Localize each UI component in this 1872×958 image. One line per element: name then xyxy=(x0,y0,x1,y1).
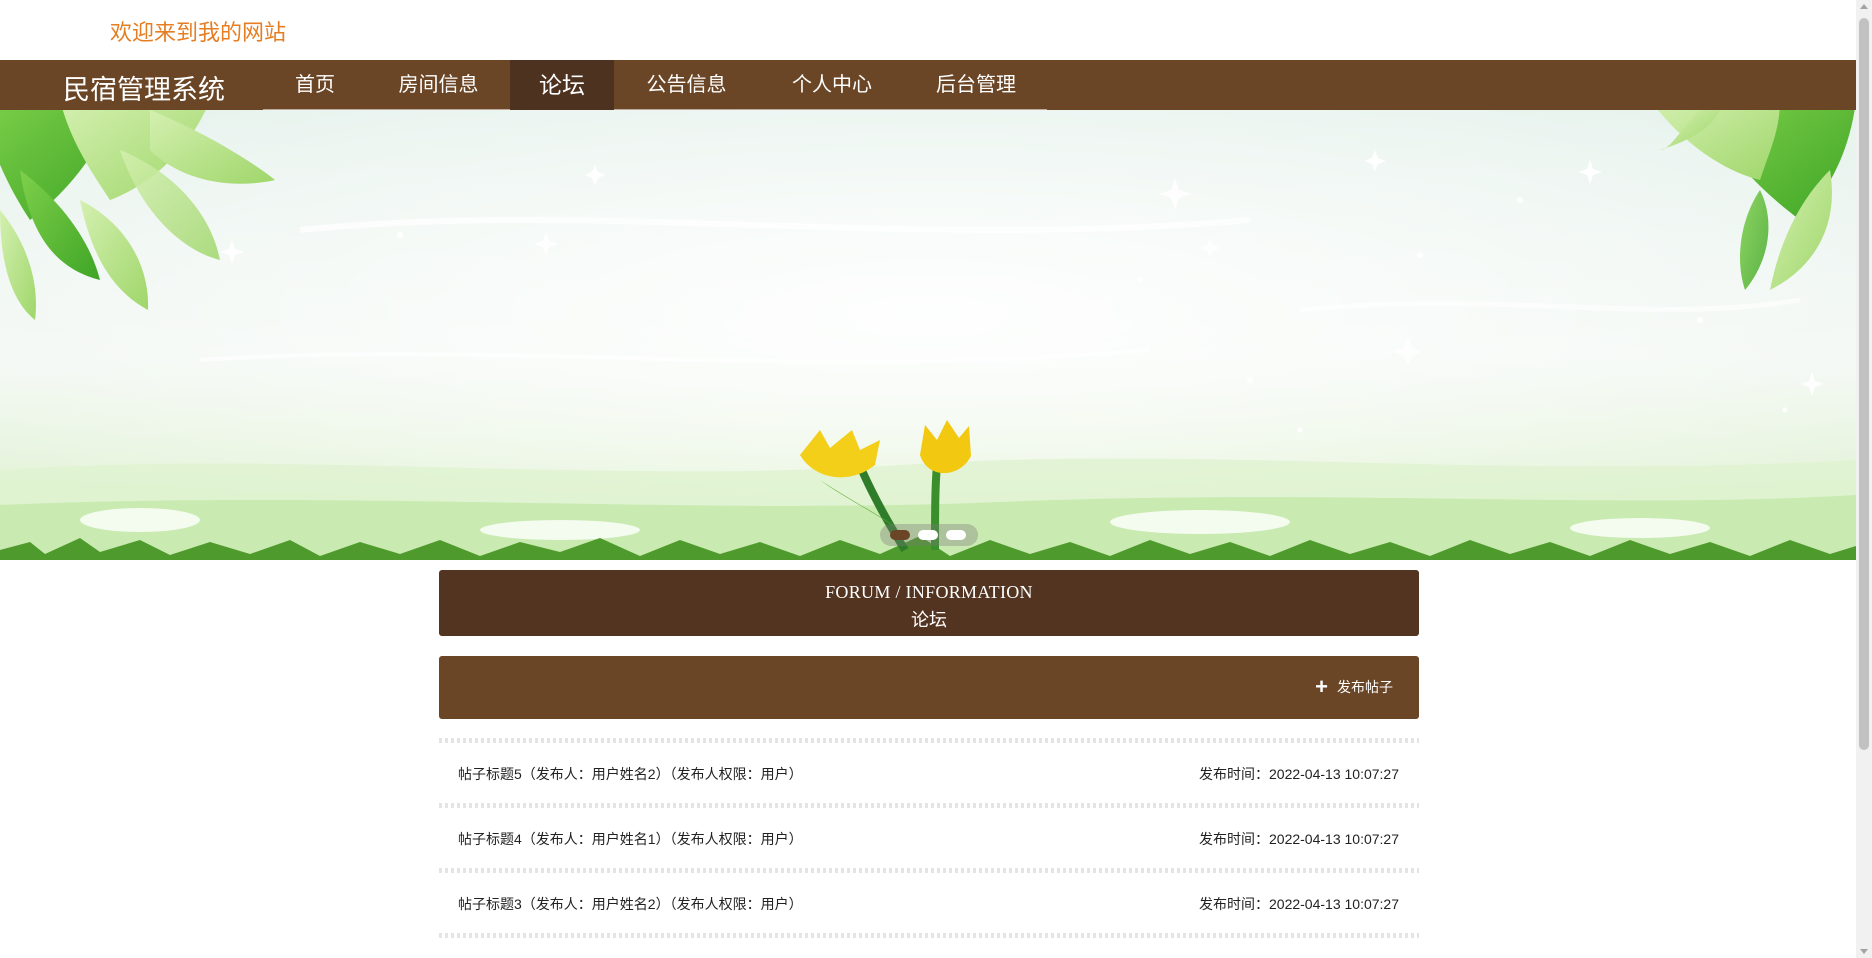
welcome-text: 欢迎来到我的网站 xyxy=(110,20,287,45)
section-header: FORUM / INFORMATION 论坛 xyxy=(439,570,1419,636)
banner-illustration xyxy=(0,110,1856,560)
carousel-dot-1[interactable] xyxy=(890,530,910,540)
page: 欢迎来到我的网站 民宿管理系统 首页 房间信息 论坛 公告信息 个人中心 后台管… xyxy=(0,0,1872,958)
carousel-dot-3[interactable] xyxy=(946,530,966,540)
new-post-label: 发布帖子 xyxy=(1337,679,1393,695)
scroll-thumb[interactable] xyxy=(1859,18,1869,750)
carousel-dot-2[interactable] xyxy=(918,530,938,540)
page-scrollbar[interactable] xyxy=(1856,0,1872,958)
nav-item-announcements[interactable]: 公告信息 xyxy=(614,60,759,110)
post-title[interactable]: 帖子标题3（发布人：用户姓名2）（发布人权限：用户） xyxy=(458,894,803,914)
nav-item-forum[interactable]: 论坛 xyxy=(510,60,614,110)
post-list: 帖子标题5（发布人：用户姓名2）（发布人权限：用户） 发布时间：2022-04-… xyxy=(439,738,1419,938)
nav-item-home[interactable]: 首页 xyxy=(263,60,367,110)
post-time: 发布时间：2022-04-13 10:07:27 xyxy=(1199,896,1399,912)
post-item[interactable]: 帖子标题4（发布人：用户姓名1）（发布人权限：用户） 发布时间：2022-04-… xyxy=(439,808,1419,868)
carousel-indicators xyxy=(880,524,978,546)
post-item[interactable]: 帖子标题5（发布人：用户姓名2）（发布人权限：用户） 发布时间：2022-04-… xyxy=(439,743,1419,803)
post-title[interactable]: 帖子标题5（发布人：用户姓名2）（发布人权限：用户） xyxy=(458,764,803,784)
top-bar: 欢迎来到我的网站 xyxy=(0,0,1856,60)
section-title-cn: 论坛 xyxy=(911,610,947,630)
nav-item-rooms[interactable]: 房间信息 xyxy=(367,60,510,110)
nav-item-profile[interactable]: 个人中心 xyxy=(759,60,905,110)
section-title-en: FORUM / INFORMATION xyxy=(825,582,1033,602)
plus-icon: + xyxy=(1315,674,1328,699)
site-brand[interactable]: 民宿管理系统 xyxy=(63,68,225,107)
main-navbar: 民宿管理系统 首页 房间信息 论坛 公告信息 个人中心 后台管理 xyxy=(0,60,1856,110)
new-post-button[interactable]: + 发布帖子 xyxy=(1315,674,1393,699)
post-item[interactable]: 帖子标题3（发布人：用户姓名2）（发布人权限：用户） 发布时间：2022-04-… xyxy=(439,873,1419,933)
nav-item-admin[interactable]: 后台管理 xyxy=(905,60,1047,110)
scroll-down-arrow-icon[interactable] xyxy=(1860,949,1868,954)
hero-banner[interactable] xyxy=(0,110,1856,560)
divider xyxy=(439,933,1419,938)
post-time: 发布时间：2022-04-13 10:07:27 xyxy=(1199,766,1399,782)
post-title[interactable]: 帖子标题4（发布人：用户姓名1）（发布人权限：用户） xyxy=(458,829,803,849)
forum-toolbar: + 发布帖子 xyxy=(439,656,1419,719)
scroll-up-arrow-icon[interactable] xyxy=(1860,4,1868,9)
post-time: 发布时间：2022-04-13 10:07:27 xyxy=(1199,831,1399,847)
